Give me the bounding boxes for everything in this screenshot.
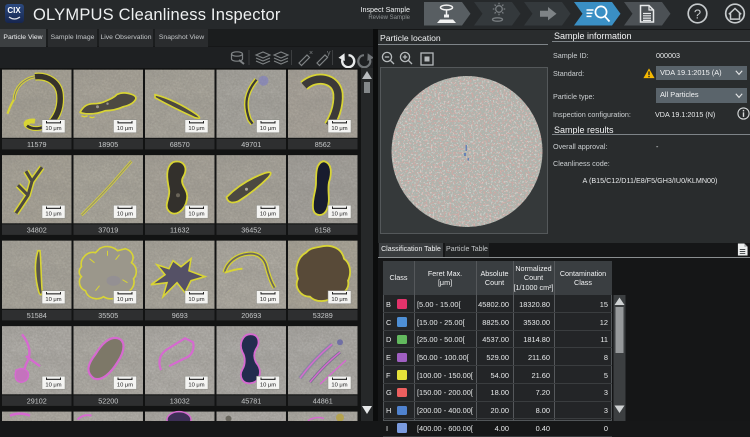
svg-text:?: ? [694, 6, 701, 21]
svg-text:10 μm: 10 μm [45, 212, 61, 218]
svg-text:45781: 45781 [241, 397, 261, 406]
svg-text:10 μm: 10 μm [45, 126, 61, 132]
svg-text:8562: 8562 [315, 140, 331, 149]
svg-text:10 μm: 10 μm [260, 383, 276, 389]
svg-text:×: × [309, 50, 313, 57]
svg-text:10 μm: 10 μm [188, 383, 204, 389]
svg-text:10 μm: 10 μm [117, 126, 133, 132]
svg-text:10 μm: 10 μm [117, 383, 133, 389]
svg-text:10 μm: 10 μm [45, 383, 61, 389]
svg-text:y: y [327, 50, 331, 57]
svg-text:68570: 68570 [170, 140, 190, 149]
svg-text:10 μm: 10 μm [260, 126, 276, 132]
svg-text:10 μm: 10 μm [188, 126, 204, 132]
svg-text:10 μm: 10 μm [117, 297, 133, 303]
svg-text:44861: 44861 [313, 397, 333, 406]
svg-text:49701: 49701 [241, 140, 261, 149]
svg-text:11632: 11632 [170, 226, 189, 235]
svg-text:10 μm: 10 μm [331, 383, 347, 389]
svg-text:52200: 52200 [98, 397, 118, 406]
svg-text:18905: 18905 [98, 140, 118, 149]
svg-text:13032: 13032 [170, 397, 190, 406]
svg-text:10 μm: 10 μm [331, 126, 347, 132]
svg-text:29102: 29102 [27, 397, 47, 406]
svg-text:10 μm: 10 μm [260, 297, 276, 303]
svg-text:10 μm: 10 μm [331, 212, 347, 218]
svg-text:10 μm: 10 μm [188, 212, 204, 218]
svg-text:34802: 34802 [27, 226, 47, 235]
svg-text:36452: 36452 [241, 226, 261, 235]
svg-text:10 μm: 10 μm [188, 297, 204, 303]
svg-text:51584: 51584 [27, 311, 47, 320]
svg-text:35505: 35505 [98, 311, 118, 320]
svg-text:11579: 11579 [27, 140, 46, 149]
svg-text:10 μm: 10 μm [331, 297, 347, 303]
svg-text:10 μm: 10 μm [117, 212, 133, 218]
svg-text:9693: 9693 [172, 311, 188, 320]
svg-text:6158: 6158 [315, 226, 331, 235]
svg-text:10 μm: 10 μm [260, 212, 276, 218]
svg-text:10 μm: 10 μm [45, 297, 61, 303]
svg-text:37019: 37019 [98, 226, 118, 235]
svg-text:53289: 53289 [313, 311, 333, 320]
svg-text:20693: 20693 [241, 311, 261, 320]
